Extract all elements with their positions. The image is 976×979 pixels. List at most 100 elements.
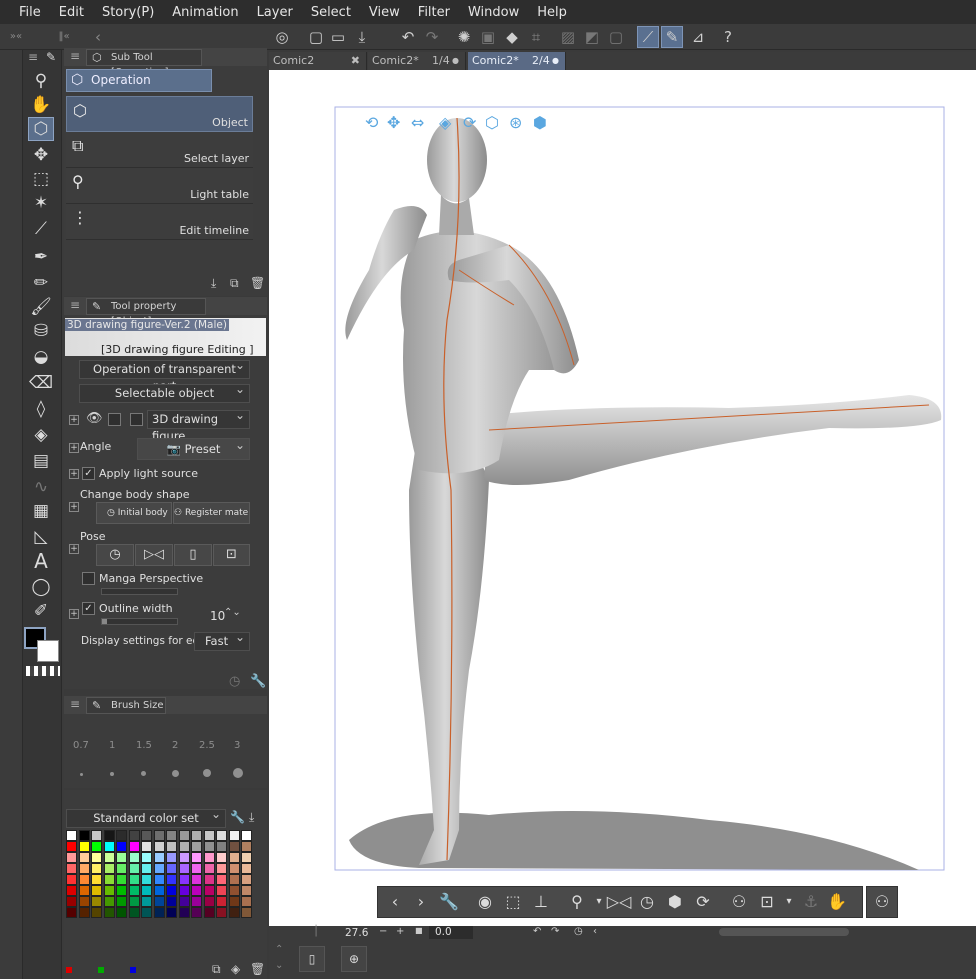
color-swatch[interactable] — [78, 907, 90, 918]
zoom-in-icon[interactable]: + — [396, 926, 404, 937]
flip-icon[interactable]: ▷◁ — [606, 887, 632, 917]
color-swatch[interactable] — [203, 830, 215, 841]
zoom-out-icon[interactable]: − — [379, 926, 387, 937]
balloon-tool-icon[interactable]: ◯ — [29, 576, 53, 598]
color-swatch[interactable] — [153, 830, 165, 841]
apply-light-checkbox[interactable]: ✓ — [82, 467, 95, 480]
color-swatch[interactable] — [191, 874, 202, 885]
color-swatch[interactable] — [216, 896, 227, 907]
dolly-camera-icon[interactable]: ⇔ — [411, 113, 424, 132]
color-swatch[interactable] — [103, 874, 115, 885]
subtool-item-light-table[interactable]: ⚲ Light table — [66, 168, 253, 204]
color-swatch[interactable] — [241, 830, 252, 841]
text-tool-icon[interactable]: A — [29, 550, 53, 572]
color-swatch[interactable] — [66, 852, 77, 863]
color-swatch[interactable] — [191, 885, 202, 896]
color-swatch[interactable] — [78, 874, 90, 885]
color-swatch[interactable] — [141, 830, 152, 841]
color-swatch[interactable] — [66, 874, 77, 885]
operation-tool-icon[interactable]: ⬡ — [28, 117, 54, 141]
reset-rotation-icon[interactable]: ◷ — [574, 926, 583, 937]
new-icon[interactable]: ▢ — [306, 27, 326, 47]
brush-dot[interactable] — [141, 771, 146, 776]
menu-view[interactable]: View — [360, 5, 409, 20]
transparent-part-dropdown[interactable]: Operation of transparent part — [79, 357, 250, 393]
collapse-up-icon[interactable]: ⌃ — [275, 944, 283, 955]
reset-icon[interactable]: ◷ — [634, 887, 660, 917]
color-swatch[interactable] — [91, 852, 102, 863]
fill-tool-icon[interactable]: ◈ — [29, 424, 53, 446]
color-swatch[interactable] — [116, 841, 127, 852]
register-material-button[interactable]: ⚇ Register mater — [173, 502, 250, 524]
ruler-snap-icon[interactable]: ⟋ — [637, 26, 659, 48]
color-swatch[interactable] — [166, 863, 177, 874]
color-set-dropdown[interactable]: Standard color set — [66, 806, 226, 828]
color-swatch[interactable] — [241, 841, 252, 852]
eraser-tool-icon[interactable]: ⌫ — [29, 372, 53, 394]
color-swatch[interactable] — [153, 841, 165, 852]
chevron-left-icon[interactable]: ‹ — [88, 27, 108, 47]
color-swatch[interactable] — [241, 896, 252, 907]
display-settings-dropdown[interactable]: Fast — [194, 629, 250, 651]
pen-tool-icon[interactable]: ✒ — [29, 246, 53, 268]
preset-dropdown[interactable]: 📷 Preset — [137, 435, 250, 460]
color-swatch[interactable] — [203, 896, 215, 907]
collapse-left-icon[interactable]: »« — [6, 27, 26, 47]
sub-checkbox[interactable] — [130, 413, 143, 426]
sub-color-swatch[interactable] — [37, 640, 59, 662]
camera-icon[interactable]: ◉ — [472, 887, 498, 917]
lock-checkbox[interactable] — [108, 413, 121, 426]
color-swatch[interactable] — [228, 885, 240, 896]
contour-tool-icon[interactable]: ∿ — [29, 476, 53, 498]
brush-size-option[interactable]: 0.7 — [73, 740, 89, 751]
eyedropper-icon[interactable]: ⟋ — [29, 218, 53, 240]
brush-tool-icon[interactable]: 🖌 — [29, 296, 53, 318]
initial-body-shape-button[interactable]: ◷ Initial body sha — [96, 502, 172, 524]
color-swatch[interactable] — [141, 841, 152, 852]
color-swatch[interactable] — [116, 863, 127, 874]
color-swatch[interactable] — [103, 863, 115, 874]
open-icon[interactable]: ▭ — [328, 27, 348, 47]
close-icon[interactable]: ✖ — [351, 52, 360, 70]
color-swatch[interactable] — [191, 863, 202, 874]
color-swatch[interactable] — [203, 874, 215, 885]
brush-dot[interactable] — [110, 772, 114, 776]
launcher-pin-button[interactable]: ⚇ — [866, 886, 898, 918]
color-swatch[interactable] — [178, 841, 190, 852]
panel-menu-icon[interactable]: ≡ — [70, 298, 80, 312]
color-swatch[interactable] — [153, 852, 165, 863]
figure-dropdown[interactable]: 3D drawing figure — [147, 407, 250, 443]
pose-reset-button[interactable]: ◷ — [96, 544, 134, 566]
color-swatch[interactable] — [166, 852, 177, 863]
color-swatch[interactable] — [178, 830, 190, 841]
outline-width-slider[interactable] — [101, 618, 178, 625]
correction-tool-icon[interactable]: ✐ — [29, 600, 53, 622]
rotate-view-icon[interactable]: ⊛ — [509, 113, 522, 132]
subtool-item-select-layer[interactable]: ⧉ Select layer — [66, 132, 253, 168]
menu-window[interactable]: Window — [459, 5, 528, 20]
fill-color-icon[interactable]: ◈ — [231, 962, 240, 976]
color-swatch[interactable] — [66, 885, 77, 896]
color-swatch[interactable] — [228, 863, 240, 874]
fill-icon[interactable]: ◆ — [502, 27, 522, 47]
expand-icon[interactable]: + — [69, 609, 79, 619]
color-swatch[interactable] — [78, 896, 90, 907]
color-swatch[interactable] — [191, 907, 202, 918]
gradient-tool-icon[interactable]: ▤ — [29, 450, 53, 472]
color-swatch[interactable] — [128, 874, 140, 885]
doc-tab-1[interactable]: Comic2 ✖ — [269, 52, 367, 70]
color-swatch[interactable] — [191, 852, 202, 863]
color-swatch[interactable] — [228, 874, 240, 885]
color-swatch[interactable] — [178, 874, 190, 885]
color-swatch[interactable] — [191, 841, 202, 852]
spinner-icon[interactable]: ⌃⌄ — [224, 607, 241, 618]
wrench-icon[interactable]: 🔧 — [230, 810, 245, 824]
color-swatch[interactable] — [178, 852, 190, 863]
color-swatch[interactable] — [91, 830, 102, 841]
subtool-tab[interactable]: ⬡ Sub Tool [Operation] — [86, 49, 202, 78]
manga-perspective-slider[interactable] — [101, 588, 178, 595]
color-swatch[interactable] — [91, 841, 102, 852]
expand-icon[interactable]: + — [69, 415, 79, 425]
airbrush-tool-icon[interactable]: ⛁ — [29, 320, 53, 342]
color-swatch[interactable] — [128, 907, 140, 918]
